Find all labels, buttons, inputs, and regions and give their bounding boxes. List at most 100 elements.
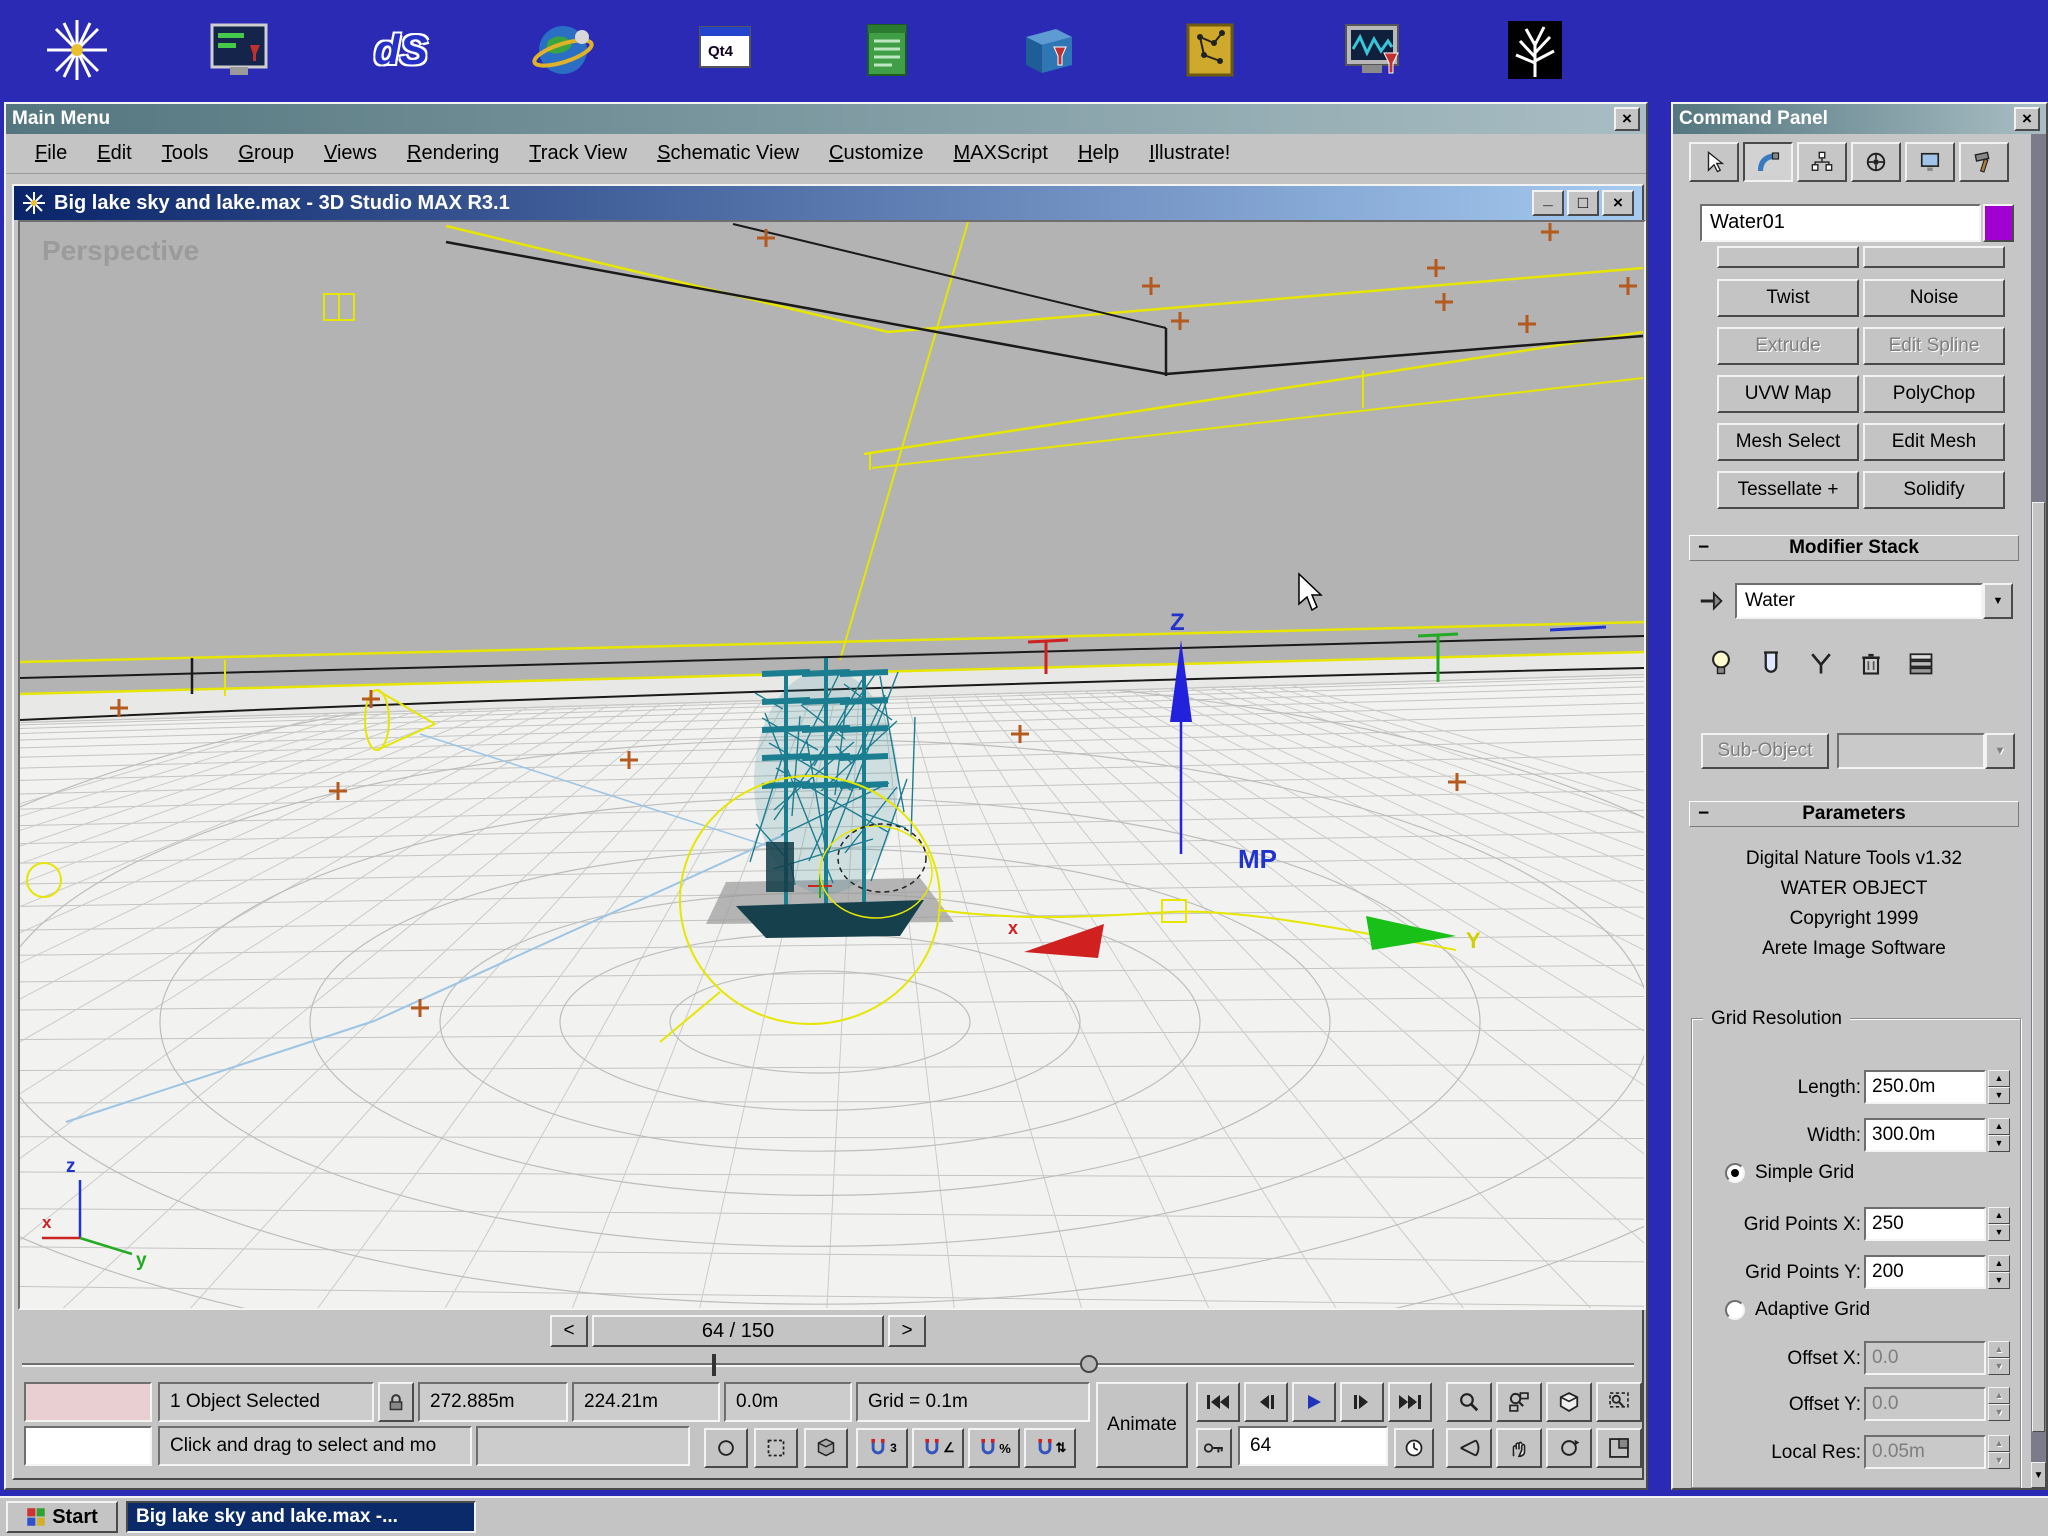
tab-create[interactable] xyxy=(1689,142,1739,182)
go-to-end-button[interactable] xyxy=(1388,1382,1432,1422)
parameters-rollout[interactable]: − Parameters xyxy=(1689,801,2019,827)
close-button[interactable]: × xyxy=(1602,190,1634,216)
edit-stack-icon[interactable] xyxy=(1907,648,1935,678)
modifier-button-clipped-right[interactable] xyxy=(1863,246,2005,268)
grid-points-y-input[interactable]: 200 xyxy=(1864,1255,1986,1289)
globe-icon[interactable] xyxy=(530,17,596,83)
zoom-extents-button[interactable] xyxy=(1546,1382,1592,1422)
modifier-button-solidify[interactable]: Solidify xyxy=(1863,471,2005,509)
selection-lock-button[interactable] xyxy=(378,1382,414,1422)
restore-button[interactable]: □ xyxy=(1567,190,1599,216)
max-window-titlebar[interactable]: Big lake sky and lake.max - 3D Studio MA… xyxy=(14,186,1642,220)
modifier-button-mesh-select[interactable]: Mesh Select xyxy=(1717,423,1859,461)
zoom-all-button[interactable] xyxy=(1496,1382,1542,1422)
length-input[interactable]: 250.0m xyxy=(1864,1070,1986,1104)
snap-3d-button[interactable]: 3 xyxy=(856,1428,908,1468)
object-name-input[interactable]: Water01 xyxy=(1700,204,1981,242)
menu-file[interactable]: File xyxy=(22,138,80,169)
modifier-button-noise[interactable]: Noise xyxy=(1863,279,2005,317)
go-to-start-button[interactable] xyxy=(1196,1382,1240,1422)
listener-pane[interactable] xyxy=(24,1426,152,1466)
macro-recorder-pane[interactable] xyxy=(24,1382,152,1422)
terminal-icon[interactable] xyxy=(206,17,272,83)
max-starburst-icon[interactable] xyxy=(44,17,110,83)
modifier-stack-dropdown-arrow[interactable]: ▼ xyxy=(1983,583,2013,619)
menu-rendering[interactable]: Rendering xyxy=(394,138,512,169)
coord-z-field[interactable]: 0.0m xyxy=(724,1382,852,1422)
tab-display[interactable] xyxy=(1905,142,1955,182)
min-max-toggle-button[interactable] xyxy=(1596,1428,1642,1468)
make-unique-icon[interactable] xyxy=(1807,648,1835,678)
menu-views[interactable]: Views xyxy=(311,138,390,169)
menu-help[interactable]: Help xyxy=(1065,138,1132,169)
minimize-button[interactable]: _ xyxy=(1532,190,1564,216)
modifier-button-twist[interactable]: Twist xyxy=(1717,279,1859,317)
menu-tools[interactable]: Tools xyxy=(149,138,222,169)
width-input[interactable]: 300.0m xyxy=(1864,1118,1986,1152)
object-color-swatch[interactable] xyxy=(1983,204,2014,242)
zoom-region-button[interactable] xyxy=(1596,1382,1642,1422)
command-panel-close-button[interactable]: × xyxy=(2014,107,2040,131)
tab-modify[interactable] xyxy=(1743,142,1793,182)
percent-snap-button[interactable]: % xyxy=(968,1428,1020,1468)
tab-hierarchy[interactable] xyxy=(1797,142,1847,182)
command-panel-titlebar[interactable]: Command Panel × xyxy=(1673,104,2046,134)
monitor-scope-icon[interactable] xyxy=(1340,17,1406,83)
package-wine-icon[interactable] xyxy=(1016,17,1082,83)
qt4-window-icon[interactable]: Qt4 xyxy=(692,17,758,83)
next-frame-button[interactable]: > xyxy=(888,1315,926,1347)
tab-utilities[interactable] xyxy=(1959,142,2009,182)
modifier-stack-rollout[interactable]: − Modifier Stack xyxy=(1689,535,2019,561)
menu-maxscript[interactable]: MAXScript xyxy=(941,138,1061,169)
notepad-icon[interactable] xyxy=(854,17,920,83)
modifier-button-edit-mesh[interactable]: Edit Mesh xyxy=(1863,423,2005,461)
play-button[interactable] xyxy=(1292,1382,1336,1422)
degradation-toggle-button[interactable] xyxy=(804,1428,848,1468)
taskbar-task-button[interactable]: Big lake sky and lake.max -... xyxy=(126,1501,476,1533)
key-marker[interactable] xyxy=(1080,1355,1098,1373)
width-spinner[interactable]: ▲▼ xyxy=(1988,1118,2010,1152)
grid-points-x-input[interactable]: 250 xyxy=(1864,1207,1986,1241)
length-spinner[interactable]: ▲▼ xyxy=(1988,1070,2010,1104)
simple-grid-radio[interactable] xyxy=(1725,1163,1745,1183)
tab-motion[interactable] xyxy=(1851,142,1901,182)
field-of-view-button[interactable] xyxy=(1446,1428,1492,1468)
modifier-button-tessellate[interactable]: Tessellate + xyxy=(1717,471,1859,509)
main-menu-close-button[interactable]: × xyxy=(1614,107,1640,131)
ds-logo-icon[interactable]: dS xyxy=(368,17,434,83)
modifier-stack-dropdown[interactable]: Water xyxy=(1735,583,1983,619)
menu-group[interactable]: Group xyxy=(225,138,307,169)
modifier-button-uvw-map[interactable]: UVW Map xyxy=(1717,375,1859,413)
perspective-viewport[interactable]: Z x Y MP z y x xyxy=(18,220,1646,1310)
command-panel-scrollbar[interactable]: ▼ xyxy=(2031,134,2046,1488)
track-bar[interactable] xyxy=(14,1352,1642,1378)
time-config-button[interactable] xyxy=(1394,1428,1434,1468)
scrollbar-down-button[interactable]: ▼ xyxy=(2031,1462,2046,1488)
spinner-snap-button[interactable]: ⇅ xyxy=(1024,1428,1076,1468)
menu-edit[interactable]: Edit xyxy=(84,138,144,169)
prev-frame-button[interactable]: < xyxy=(550,1315,588,1347)
modifier-button-clipped-left[interactable] xyxy=(1717,246,1859,268)
scrollbar-thumb[interactable] xyxy=(2032,502,2045,1432)
show-end-result-icon[interactable] xyxy=(1757,648,1785,678)
grid-points-y-spinner[interactable]: ▲▼ xyxy=(1988,1255,2010,1289)
adaptive-grid-radio[interactable] xyxy=(1725,1300,1745,1320)
key-mode-button[interactable] xyxy=(1196,1428,1232,1468)
main-menu-titlebar[interactable]: Main Menu × xyxy=(6,104,1646,134)
crossing-toggle-button[interactable] xyxy=(704,1428,748,1468)
grid-points-x-spinner[interactable]: ▲▼ xyxy=(1988,1207,2010,1241)
modifier-button-polychop[interactable]: PolyChop xyxy=(1863,375,2005,413)
current-frame-field[interactable]: 64 xyxy=(1238,1426,1388,1466)
zoom-button[interactable] xyxy=(1446,1382,1492,1422)
coord-x-field[interactable]: 272.885m xyxy=(418,1382,568,1422)
menu-track-view[interactable]: Track View xyxy=(516,138,640,169)
menu-customize[interactable]: Customize xyxy=(816,138,936,169)
animate-button[interactable]: Animate xyxy=(1096,1382,1188,1468)
tree-icon[interactable] xyxy=(1502,17,1568,83)
remove-modifier-trash-icon[interactable] xyxy=(1857,648,1885,678)
start-button[interactable]: Start xyxy=(6,1501,118,1533)
window-select-toggle-button[interactable] xyxy=(754,1428,798,1468)
next-frame-icon-button[interactable] xyxy=(1340,1382,1384,1422)
menu-illustrate[interactable]: Illustrate! xyxy=(1136,138,1243,169)
pan-button[interactable] xyxy=(1496,1428,1542,1468)
